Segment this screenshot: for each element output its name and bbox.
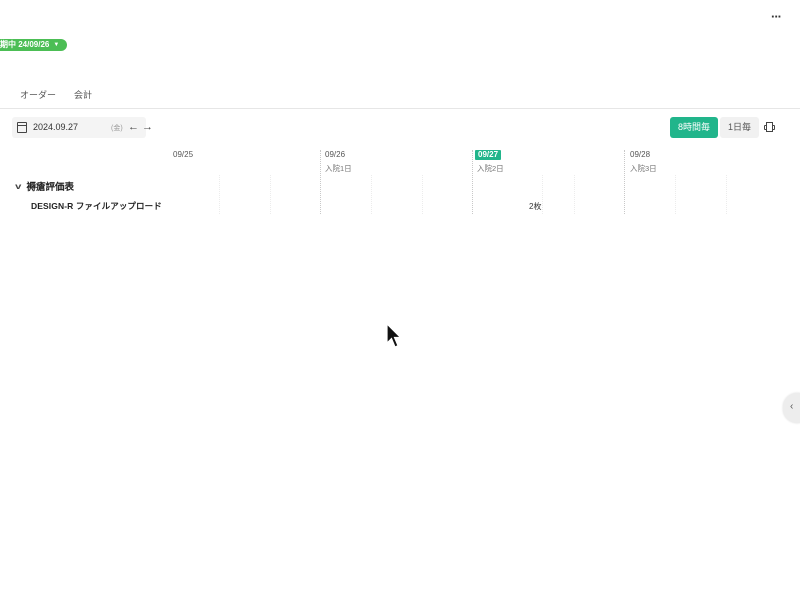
day-divider [624,150,625,214]
chevron-left-icon: ‹ [790,401,794,412]
upload-count-cell[interactable]: 2枚 [529,201,541,212]
printer-paper [766,122,773,132]
tab-order[interactable]: オーダー [20,88,56,101]
day-divider [320,150,321,214]
section-title: 褥瘡評価表 [26,182,74,193]
printer-icon[interactable] [764,122,775,132]
more-options-button[interactable]: ··· [766,10,786,24]
caret-down-icon: ▼ [53,42,60,48]
row-label-design-r: DESIGN-R ファイルアップロード [31,201,162,211]
shift-divider [726,175,727,214]
arrow-left-icon[interactable]: ← [128,120,139,134]
tab-bar: オーダー 会計 [0,84,800,109]
day-of-week: (金) [111,125,123,132]
tab-accounting[interactable]: 会計 [74,88,92,101]
date-picker[interactable]: 2024.09.27 (金) ← → [12,117,153,138]
day-header-0928: 09/28 [630,150,651,159]
view-interval-toggle: 8時間毎 1日毎 [670,117,760,138]
shift-divider [219,175,220,214]
shift-divider [542,175,543,214]
chevron-down-icon[interactable]: v [15,182,21,191]
hospital-day-0928: 入院3日 [630,164,657,173]
status-badge-label: 期中 24/09/26 [0,40,50,49]
calendar-icon[interactable] [17,122,27,133]
view-1-day-button[interactable]: 1日毎 [720,117,760,138]
shift-divider [675,175,676,214]
mouse-cursor-icon [386,323,402,348]
hospital-day-0926: 入院1日 [325,164,352,173]
date-value[interactable]: 2024.09.27 [33,122,78,132]
side-panel-toggle[interactable]: ‹ [783,393,800,423]
shift-divider [574,175,575,214]
arrow-right-icon[interactable]: → [142,120,153,134]
day-divider [472,150,473,214]
section-pressure-ulcer[interactable]: v 褥瘡評価表 [15,179,74,194]
day-header-0926: 09/26 [325,150,346,159]
shift-divider [422,175,423,214]
view-8-hours-button[interactable]: 8時間毎 [670,117,719,138]
status-badge[interactable]: 期中 24/09/26 ▼ [0,39,68,51]
today-day-header: 09/27 [475,150,502,160]
shift-divider [371,175,372,214]
hospital-day-0927: 入院2日 [477,164,504,173]
day-header-0925: 09/25 [173,150,194,159]
shift-divider [270,175,271,214]
